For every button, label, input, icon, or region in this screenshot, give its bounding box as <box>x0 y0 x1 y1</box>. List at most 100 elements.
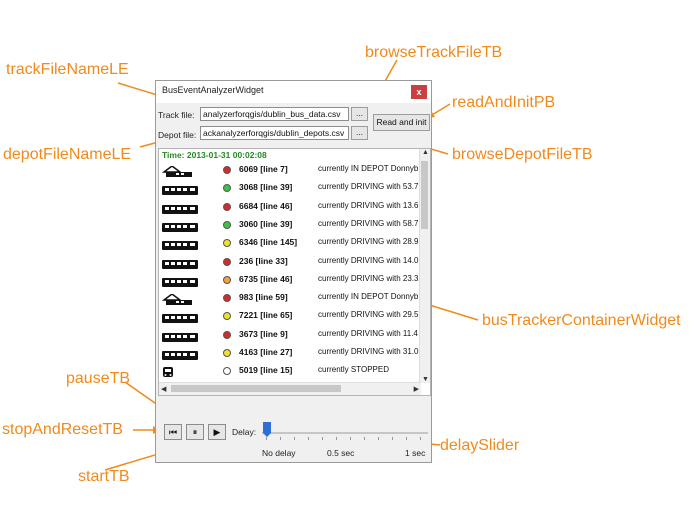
status-dot <box>223 349 231 357</box>
depot-bus-icon <box>161 165 198 177</box>
vertical-scrollbar[interactable]: ▲ ▼ <box>419 149 430 383</box>
read-and-init-button[interactable]: Read and init <box>373 114 430 131</box>
bus-status: currently DRIVING with 11.4 <box>318 328 418 338</box>
bus-row: 6735 [line 46] currently DRIVING with 23.… <box>159 271 421 289</box>
bus-icon <box>162 220 198 232</box>
tick-half-sec: 0.5 sec <box>327 448 355 458</box>
status-dot <box>223 330 231 339</box>
bus-icon <box>162 348 198 360</box>
title-bar: BusEventAnalyzerWidget x <box>156 81 431 103</box>
delay-label: Delay: <box>232 427 257 437</box>
slider-tick <box>336 437 337 440</box>
callout-startTB: startTB <box>78 468 130 485</box>
status-dot <box>223 202 231 211</box>
status-dot <box>223 166 231 174</box>
slider-track <box>262 432 428 434</box>
bus-row: 6346 [line 145] currently DRIVING with 28… <box>159 234 421 252</box>
slider-tick <box>364 437 365 440</box>
bus-status: currently DRIVING with 23.3 <box>318 273 419 283</box>
playback-controls: ⏮ ⏸ ▶ Delay: No delay 0.5 sec 1 sec <box>164 422 428 460</box>
status-dot <box>223 239 231 248</box>
bus-icon <box>162 275 198 287</box>
scroll-right-icon[interactable]: ▶ <box>414 385 419 393</box>
depot-file-label: Depot file: <box>158 130 197 140</box>
callout-depotFileNameLE: depotFileNameLE <box>3 146 132 163</box>
status-dot <box>223 184 231 193</box>
bus-id-line: 7221 [line 65] <box>239 310 293 321</box>
tick-one-sec: 1 sec <box>405 448 426 458</box>
callout-trackFileNameLE: trackFileNameLE <box>6 61 129 78</box>
browse-track-file-button[interactable]: ... <box>351 107 368 121</box>
bus-status: currently DRIVING with 28.9 <box>318 237 419 247</box>
bus-row: 7221 [line 65] currently DRIVING with 29.… <box>159 307 421 325</box>
scroll-down-icon[interactable]: ▼ <box>422 376 429 383</box>
start-button[interactable]: ▶ <box>208 424 226 440</box>
stop-and-reset-button[interactable]: ⏮ <box>164 424 182 440</box>
bus-icon <box>162 238 198 251</box>
tick-no-delay: No delay <box>262 448 296 458</box>
status-dot <box>223 294 231 303</box>
bus-status: currently STOPPED <box>318 365 389 375</box>
horizontal-scrollbar[interactable]: ◀ ▶ <box>159 382 421 395</box>
status-dot <box>223 257 231 266</box>
scroll-left-icon[interactable]: ◀ <box>161 385 166 393</box>
slider-handle[interactable] <box>262 422 272 438</box>
bus-id-line: 4163 [line 27] <box>239 347 293 357</box>
bus-id-line: 6735 [line 46] <box>239 273 293 284</box>
slider-tick <box>392 437 393 440</box>
simulation-time: Time: 2013-01-31 00:02:08 <box>162 150 267 160</box>
vertical-scroll-thumb[interactable] <box>421 161 428 229</box>
track-file-name-input[interactable]: analyzerforqgis/dublin_bus_data.csv <box>200 107 349 121</box>
bus-event-analyzer-window: BusEventAnalyzerWidget x Track file: ana… <box>155 80 432 463</box>
bus-status: currently IN DEPOT Donnyb <box>318 292 419 302</box>
window-title: BusEventAnalyzerWidget <box>162 85 264 95</box>
bus-status: currently DRIVING with 53.7 <box>318 182 419 192</box>
track-file-label: Track file: <box>158 110 195 120</box>
callout-browseTrackFileTB: browseTrackFileTB <box>365 44 503 61</box>
slider-tick <box>406 437 407 440</box>
bus-status: currently DRIVING with 14.0 <box>318 255 419 265</box>
bus-icon <box>162 330 198 342</box>
callout-pauseTB: pauseTB <box>66 370 131 387</box>
callout-readAndInitPB: readAndInitPB <box>452 94 556 111</box>
bus-id-line: 3068 [line 39] <box>239 182 293 193</box>
stop-reset-icon: ⏮ <box>168 427 178 437</box>
bus-tracker-container[interactable]: Time: 2013-01-31 00:02:08 6069 [line 7] c… <box>158 148 431 396</box>
status-dot <box>223 312 231 321</box>
status-dot <box>223 275 231 284</box>
bus-row: 6069 [line 7] currently IN DEPOT Donnyb <box>159 161 421 179</box>
bus-id-line: 6684 [line 46] <box>239 200 293 211</box>
bus-icon <box>162 202 198 214</box>
bus-row: 3060 [line 39] currently DRIVING with 58.… <box>159 216 421 234</box>
bus-id-line: 6069 [line 7] <box>239 164 288 174</box>
status-dot <box>223 220 231 229</box>
bus-row: 3673 [line 9] currently DRIVING with 11.4 <box>159 326 421 344</box>
close-button[interactable]: x <box>411 85 427 99</box>
callout-browseDepotFileTB: browseDepotFileTB <box>452 146 593 163</box>
bus-status: currently DRIVING with 13.6 <box>318 200 419 210</box>
browse-depot-file-button[interactable]: ... <box>351 126 368 140</box>
horizontal-scroll-thumb[interactable] <box>171 385 341 392</box>
slider-tick <box>294 437 295 440</box>
delay-slider[interactable] <box>262 422 428 444</box>
bus-status: currently IN DEPOT Donnyb <box>318 164 419 173</box>
bus-row: 5019 [line 15] currently STOPPED <box>159 362 421 380</box>
pause-button[interactable]: ⏸ <box>186 424 204 440</box>
slider-tick <box>280 437 281 440</box>
bus-status: currently DRIVING with 29.5 <box>318 310 419 320</box>
pause-icon: ⏸ <box>192 427 198 437</box>
bus-row: 3068 [line 39] currently DRIVING with 53.… <box>159 179 421 197</box>
slider-tick <box>420 437 421 440</box>
scroll-up-icon[interactable]: ▲ <box>422 149 429 156</box>
bus-id-line: 3673 [line 9] <box>239 328 288 339</box>
bus-id-line: 5019 [line 15] <box>239 365 293 376</box>
callout-delaySlider: delaySlider <box>440 437 520 454</box>
slider-tick <box>322 437 323 440</box>
bus-row: 236 [line 33] currently DRIVING with 14.0 <box>159 253 421 271</box>
status-dot <box>223 367 231 376</box>
bus-status: currently DRIVING with 31.0 <box>318 347 419 356</box>
bus-status: currently DRIVING with 58.7 <box>318 218 419 228</box>
depot-file-name-input[interactable]: ackanalyzerforqgis/dublin_depots.csv <box>200 126 349 140</box>
callout-busTrackerContainerWidget: busTrackerContainerWidget <box>482 312 681 329</box>
bus-icon <box>162 183 198 196</box>
